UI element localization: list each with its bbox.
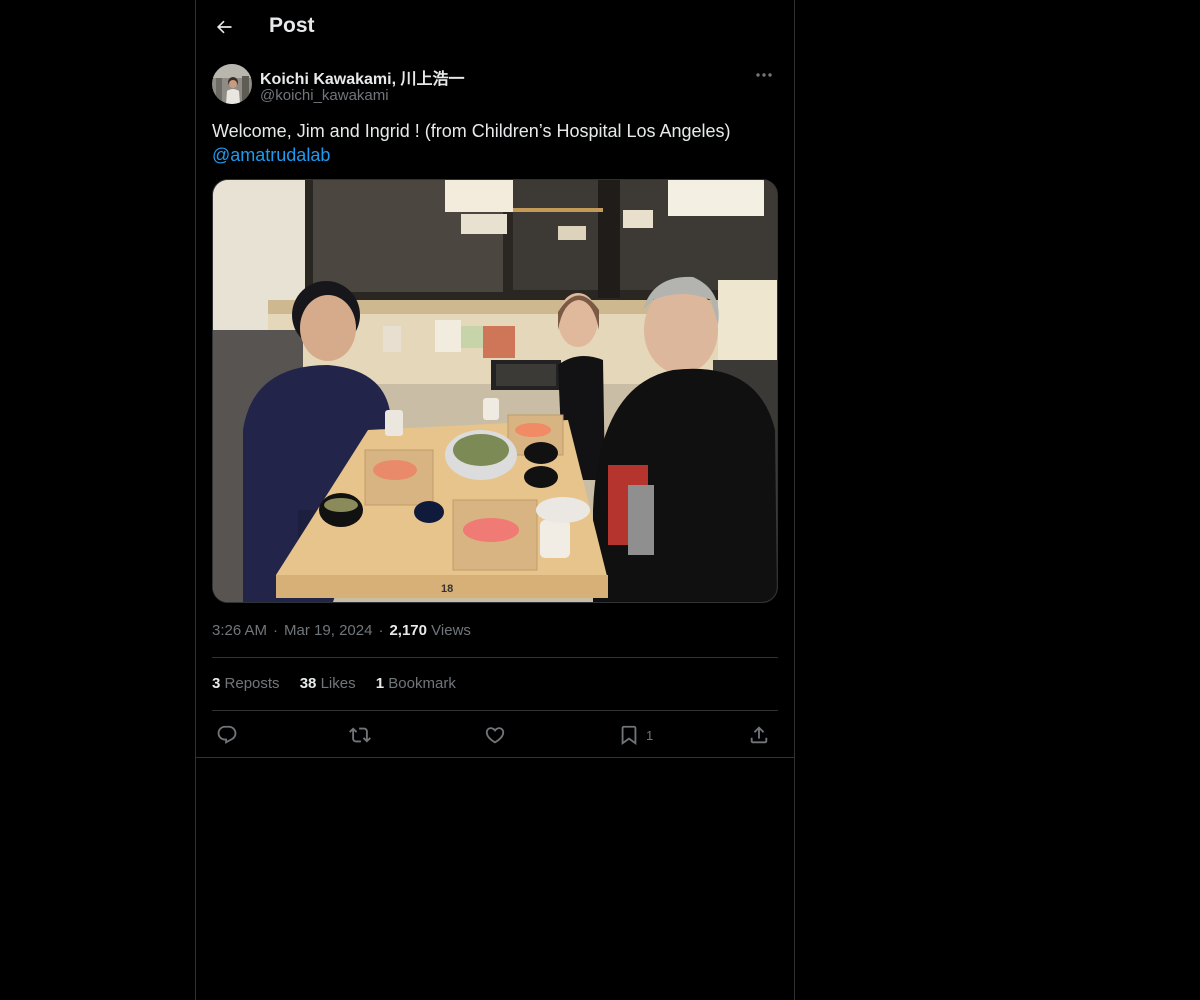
post-author: Koichi Kawakami, 川上浩一 @koichi_kawakami xyxy=(212,64,778,108)
likes-stat[interactable]: 38 Likes xyxy=(300,675,356,692)
main-column: Post Koichi Kawakami, 川上浩一 @koichi_kawak… xyxy=(195,0,795,1000)
reposts-stat[interactable]: 3 Reposts xyxy=(212,675,280,692)
divider xyxy=(212,657,778,658)
post-body: Welcome, Jim and Ingrid ! (from Children… xyxy=(212,119,778,167)
reply-icon xyxy=(217,725,237,744)
repost-button[interactable] xyxy=(349,720,371,750)
likes-label: Likes xyxy=(320,675,356,692)
repost-icon xyxy=(349,727,371,743)
views-count: 2,170 xyxy=(389,622,427,639)
bookmark-icon xyxy=(621,725,637,746)
share-icon xyxy=(750,726,768,744)
reposts-label: Reposts xyxy=(224,675,280,692)
share-button[interactable] xyxy=(748,720,770,750)
mention-link[interactable]: @amatrudalab xyxy=(212,143,778,167)
back-button[interactable] xyxy=(210,13,238,41)
likes-count: 38 xyxy=(299,675,317,692)
like-button[interactable] xyxy=(484,720,506,750)
divider xyxy=(196,757,794,758)
more-options-button[interactable] xyxy=(752,65,776,85)
reposts-count: 3 xyxy=(212,675,221,692)
post-date[interactable]: Mar 19, 2024 xyxy=(284,622,372,639)
post-photo[interactable]: 18 xyxy=(212,179,778,603)
bookmark-count: 1 xyxy=(646,727,654,743)
table-number-text: 18 xyxy=(441,583,453,595)
divider xyxy=(212,710,778,711)
arrow-left-icon xyxy=(216,20,232,34)
bookmarks-label: Bookmark xyxy=(388,675,456,692)
heart-icon xyxy=(485,727,505,744)
post-stats: 3 Reposts 38 Likes 1 Bookmark xyxy=(212,675,472,692)
post-meta: 3:26 AM · Mar 19, 2024 · 2,170 Views xyxy=(212,622,471,639)
post-text: Welcome, Jim and Ingrid ! (from Children… xyxy=(212,121,731,141)
views-label: Views xyxy=(431,622,471,639)
restaurant-photo: 18 xyxy=(213,180,777,602)
post-actions: 1 xyxy=(212,720,778,750)
avatar[interactable] xyxy=(212,64,252,104)
bookmarks-count: 1 xyxy=(375,675,385,692)
page-header: Post xyxy=(196,0,794,54)
author-name[interactable]: Koichi Kawakami, 川上浩一 xyxy=(260,65,465,89)
author-handle[interactable]: @koichi_kawakami xyxy=(260,87,389,104)
post-time[interactable]: 3:26 AM xyxy=(212,622,267,639)
reply-button[interactable] xyxy=(216,720,238,750)
more-horizontal-icon xyxy=(756,73,772,77)
page-title: Post xyxy=(269,14,315,37)
bookmarks-stat[interactable]: 1 Bookmark xyxy=(376,675,456,692)
bookmark-button[interactable]: 1 xyxy=(618,720,653,750)
